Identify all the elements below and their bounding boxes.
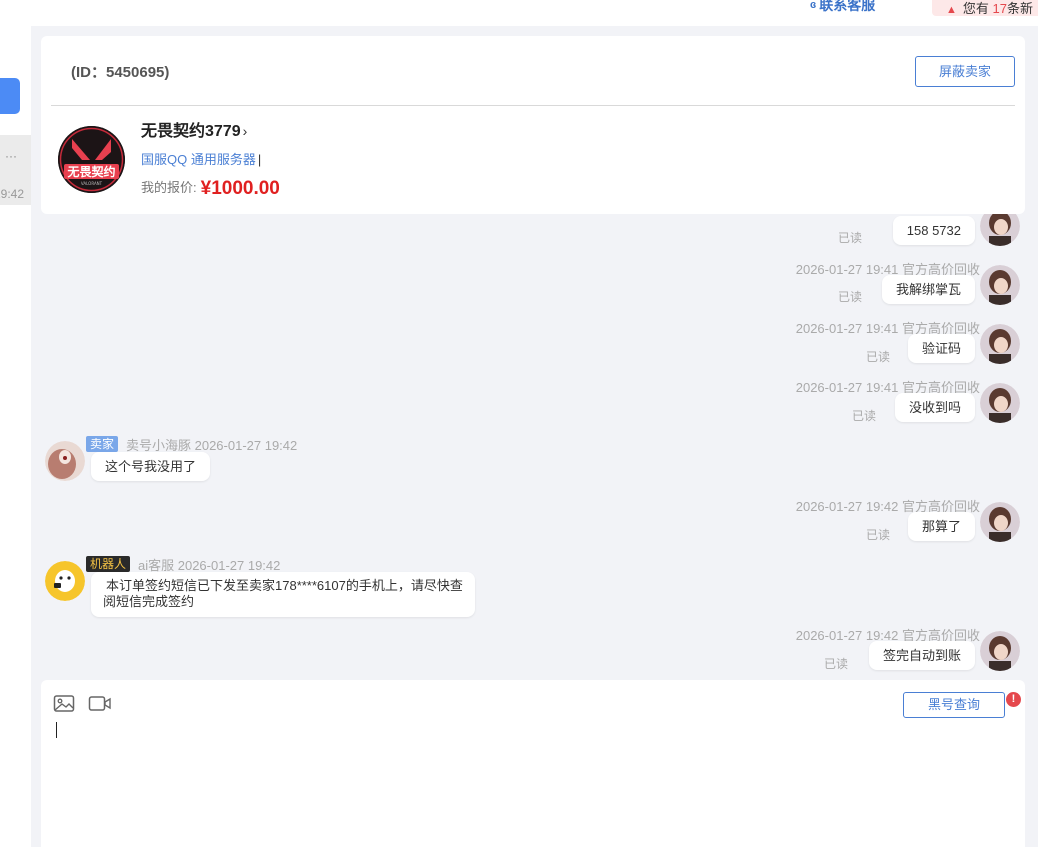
seller-avatar[interactable]: [45, 441, 85, 481]
valorant-logo-icon: 无畏契约 VALORANT: [58, 126, 125, 193]
chevron-right-icon: ›: [242, 123, 248, 139]
message-bubble: 那算了: [907, 512, 975, 541]
product-title[interactable]: 无畏契约3779 ›: [141, 117, 247, 141]
notice-prefix: 您有: [962, 1, 989, 16]
new-conversation-button[interactable]: [0, 78, 20, 114]
bell-icon: ▲: [946, 4, 957, 16]
product-tags: 国服QQ 通用服务器 |: [141, 149, 261, 168]
more-icon: ···: [5, 149, 17, 163]
conversation-time: 19:42: [0, 187, 25, 201]
avatar-image: [980, 214, 1020, 246]
product-title-text: 无畏契约3779: [141, 123, 241, 140]
message-input[interactable]: [55, 720, 995, 830]
message-bubble: 验证码: [907, 334, 975, 363]
top-bar: ɞ 联系客服 ▲ 您有 17条新: [0, 0, 1038, 26]
read-status: 已读: [838, 290, 863, 304]
notice-suffix: 条新: [1007, 1, 1034, 16]
image-upload-button[interactable]: [53, 694, 77, 714]
read-status: 已读: [866, 528, 891, 542]
block-seller-button[interactable]: 屏蔽卖家: [915, 56, 1015, 87]
svg-text:VALORANT: VALORANT: [81, 181, 103, 186]
robot-icon: [45, 561, 85, 601]
user-avatar[interactable]: [980, 631, 1020, 671]
user-avatar[interactable]: [980, 214, 1020, 246]
chat-area: 已读 158 5732 2026-01-27 19:41 官方高价回收 已读 我…: [31, 214, 1038, 680]
seller-badge: 卖家: [86, 436, 119, 452]
notice-count: 17: [992, 1, 1007, 16]
bot-avatar[interactable]: [45, 561, 85, 601]
message-composer: 黑号查询 !: [41, 680, 1025, 847]
read-status: 已读: [838, 231, 863, 245]
avatar-image: [980, 383, 1020, 423]
image-icon: [53, 695, 75, 712]
notification-banner[interactable]: ▲ 您有 17条新: [932, 0, 1038, 16]
alert-icon: !: [1006, 692, 1021, 707]
product-tags-text: 国服QQ 通用服务器: [141, 152, 256, 167]
read-status: 已读: [824, 657, 849, 671]
contact-support-link[interactable]: ɞ 联系客服: [810, 0, 875, 15]
avatar-image: [980, 502, 1020, 542]
message-bubble: 签完自动到账: [868, 641, 975, 670]
message-bubble: 这个号我没用了: [91, 452, 211, 481]
user-avatar[interactable]: [980, 502, 1020, 542]
game-logo: 无畏契约 VALORANT: [58, 126, 125, 193]
tag-separator: |: [257, 152, 262, 167]
price-line: 我的报价: ¥1000.00: [141, 177, 280, 200]
headset-icon: ɞ: [810, 0, 816, 11]
avatar-image: [980, 324, 1020, 364]
divider: [51, 105, 1015, 106]
robot-badge: 机器人: [86, 556, 131, 572]
avatar-image: [980, 265, 1020, 305]
message-bubble: 我解绑掌瓦: [881, 275, 975, 304]
order-id: (ID：5450695): [71, 64, 170, 81]
order-header-card: (ID：5450695) 屏蔽卖家 无畏契约 VALORANT 无畏契约3779…: [41, 36, 1025, 214]
conversation-list: ··· 19:42: [0, 26, 31, 847]
user-avatar[interactable]: [980, 324, 1020, 364]
price-label: 我的报价:: [141, 180, 197, 195]
svg-text:无畏契约: 无畏契约: [66, 164, 115, 179]
video-icon: [88, 696, 111, 711]
message-bubble: 158 5732: [892, 216, 975, 245]
avatar-image: [980, 631, 1020, 671]
conversation-item[interactable]: ··· 19:42: [0, 135, 31, 205]
user-avatar[interactable]: [980, 383, 1020, 423]
message-bubble: 本订单签约短信已下发至卖家178****6107的手机上，请尽快查阅短信完成签约: [91, 572, 475, 617]
read-status: 已读: [852, 409, 877, 423]
text-caret: [56, 722, 57, 738]
read-status: 已读: [866, 350, 891, 364]
price-value: ¥1000.00: [200, 178, 280, 199]
avatar-image: [45, 441, 85, 481]
message-bubble: 没收到吗: [894, 393, 975, 422]
user-avatar[interactable]: [980, 265, 1020, 305]
contact-support-label: 联系客服: [819, 0, 876, 13]
blacklist-query-button[interactable]: 黑号查询: [903, 692, 1005, 718]
video-upload-button[interactable]: [88, 694, 112, 714]
